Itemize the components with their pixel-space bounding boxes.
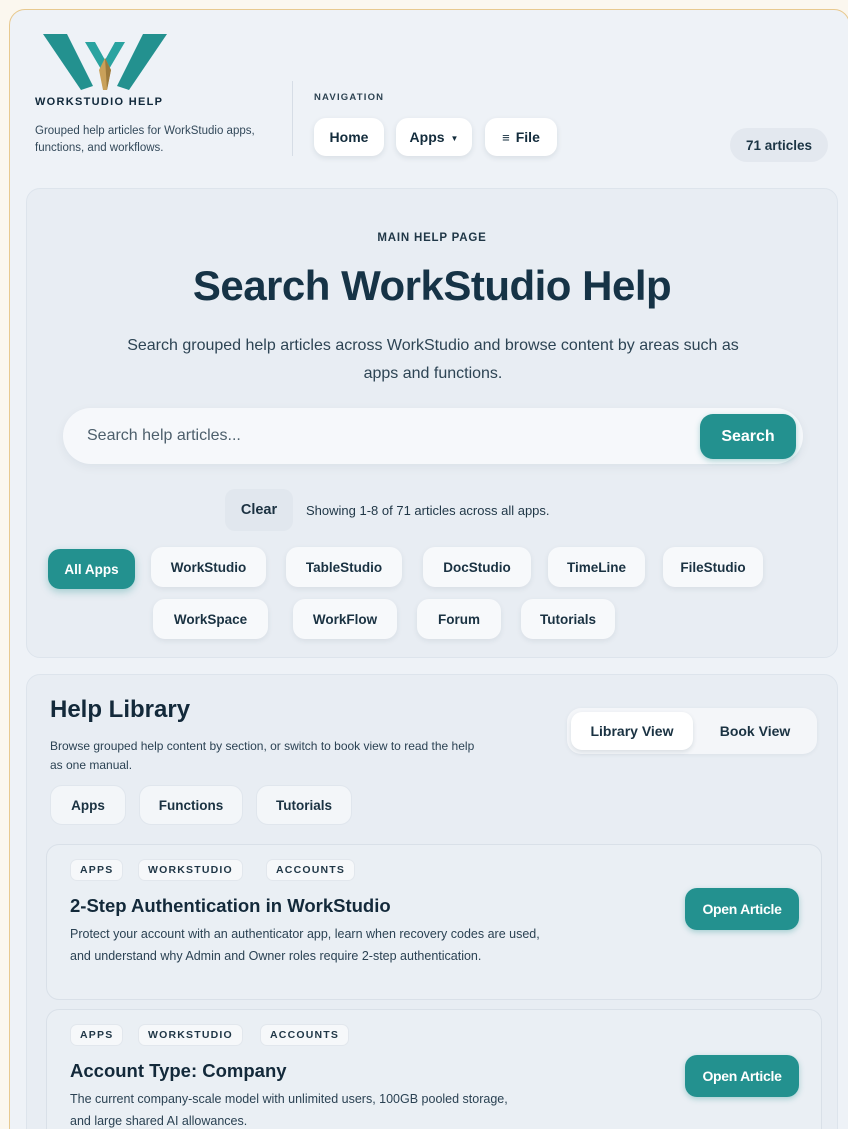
- results-count-text: Showing 1-8 of 71 articles across all ap…: [306, 503, 550, 518]
- brand-description: Grouped help articles for WorkStudio app…: [35, 125, 255, 154]
- article-card: APPS WORKSTUDIO ACCOUNTS Account Type: C…: [46, 1009, 822, 1129]
- filter-chip-workspace[interactable]: WorkSpace: [153, 599, 268, 639]
- search-button[interactable]: Search: [700, 414, 796, 459]
- article-tag: ACCOUNTS: [266, 859, 356, 881]
- filter-chip-tutorials[interactable]: Tutorials: [521, 599, 615, 639]
- filter-chip-forum[interactable]: Forum: [417, 599, 501, 639]
- app-frame: WORKSTUDIO HELP Grouped help articles fo…: [9, 9, 848, 1129]
- article-title[interactable]: 2-Step Authentication in WorkStudio: [70, 895, 391, 917]
- article-tag: APPS: [70, 859, 124, 881]
- article-card: APPS WORKSTUDIO ACCOUNTS 2-Step Authenti…: [46, 844, 822, 1000]
- view-toggle: Library View Book View: [567, 708, 817, 754]
- nav-file-label: File: [515, 129, 540, 145]
- open-article-button[interactable]: Open Article: [685, 1055, 799, 1097]
- article-tag: WORKSTUDIO: [138, 1024, 243, 1046]
- article-count-badge: 71 articles: [730, 128, 828, 162]
- article-description: Protect your account with an authenticat…: [70, 927, 540, 963]
- clear-button[interactable]: Clear: [225, 489, 293, 531]
- filter-chip-workflow[interactable]: WorkFlow: [293, 599, 397, 639]
- open-article-button[interactable]: Open Article: [685, 888, 799, 930]
- library-title: Help Library: [50, 696, 191, 723]
- caret-down-icon: ▼: [450, 133, 459, 143]
- nav-file-button[interactable]: ≡ File: [485, 118, 557, 156]
- brand-name: WORKSTUDIO HELP: [35, 96, 164, 108]
- library-view-button[interactable]: Library View: [571, 712, 693, 750]
- hero-subtitle: Search grouped help articles across Work…: [127, 337, 739, 382]
- search-hero-panel: MAIN HELP PAGE Search WorkStudio Help Se…: [26, 188, 838, 658]
- search-input[interactable]: [87, 420, 647, 452]
- nav-home-label: Home: [329, 129, 369, 145]
- hero-eyebrow: MAIN HELP PAGE: [377, 232, 487, 244]
- header: WORKSTUDIO HELP Grouped help articles fo…: [10, 10, 848, 185]
- search-bar: Search: [63, 408, 803, 464]
- filter-chip-all-apps[interactable]: All Apps: [48, 549, 135, 589]
- navigation-label: NAVIGATION: [314, 92, 385, 103]
- filter-chip-workstudio[interactable]: WorkStudio: [151, 547, 266, 587]
- article-description: The current company-scale model with unl…: [70, 1092, 508, 1128]
- hamburger-icon: ≡: [502, 129, 510, 145]
- page-title: Search WorkStudio Help: [192, 262, 672, 309]
- nav-apps-button[interactable]: Apps ▼: [396, 118, 472, 156]
- article-title[interactable]: Account Type: Company: [70, 1060, 287, 1082]
- filter-chip-filestudio[interactable]: FileStudio: [663, 547, 763, 587]
- filter-chip-timeline[interactable]: TimeLine: [548, 547, 645, 587]
- section-chip-functions[interactable]: Functions: [139, 785, 243, 825]
- article-tag: WORKSTUDIO: [138, 859, 243, 881]
- help-library-panel: Help Library Browse grouped help content…: [26, 674, 838, 1129]
- filter-chip-docstudio[interactable]: DocStudio: [423, 547, 531, 587]
- header-divider: [292, 81, 293, 156]
- workstudio-logo-icon[interactable]: [41, 32, 169, 92]
- article-tag: APPS: [70, 1024, 124, 1046]
- section-chip-apps[interactable]: Apps: [50, 785, 126, 825]
- library-description: Browse grouped help content by section, …: [50, 739, 475, 772]
- article-tag: ACCOUNTS: [260, 1024, 350, 1046]
- section-chip-tutorials[interactable]: Tutorials: [256, 785, 352, 825]
- nav-apps-label: Apps: [409, 129, 445, 145]
- nav-home-button[interactable]: Home: [314, 118, 384, 156]
- filter-chip-tablestudio[interactable]: TableStudio: [286, 547, 402, 587]
- book-view-button[interactable]: Book View: [697, 712, 813, 750]
